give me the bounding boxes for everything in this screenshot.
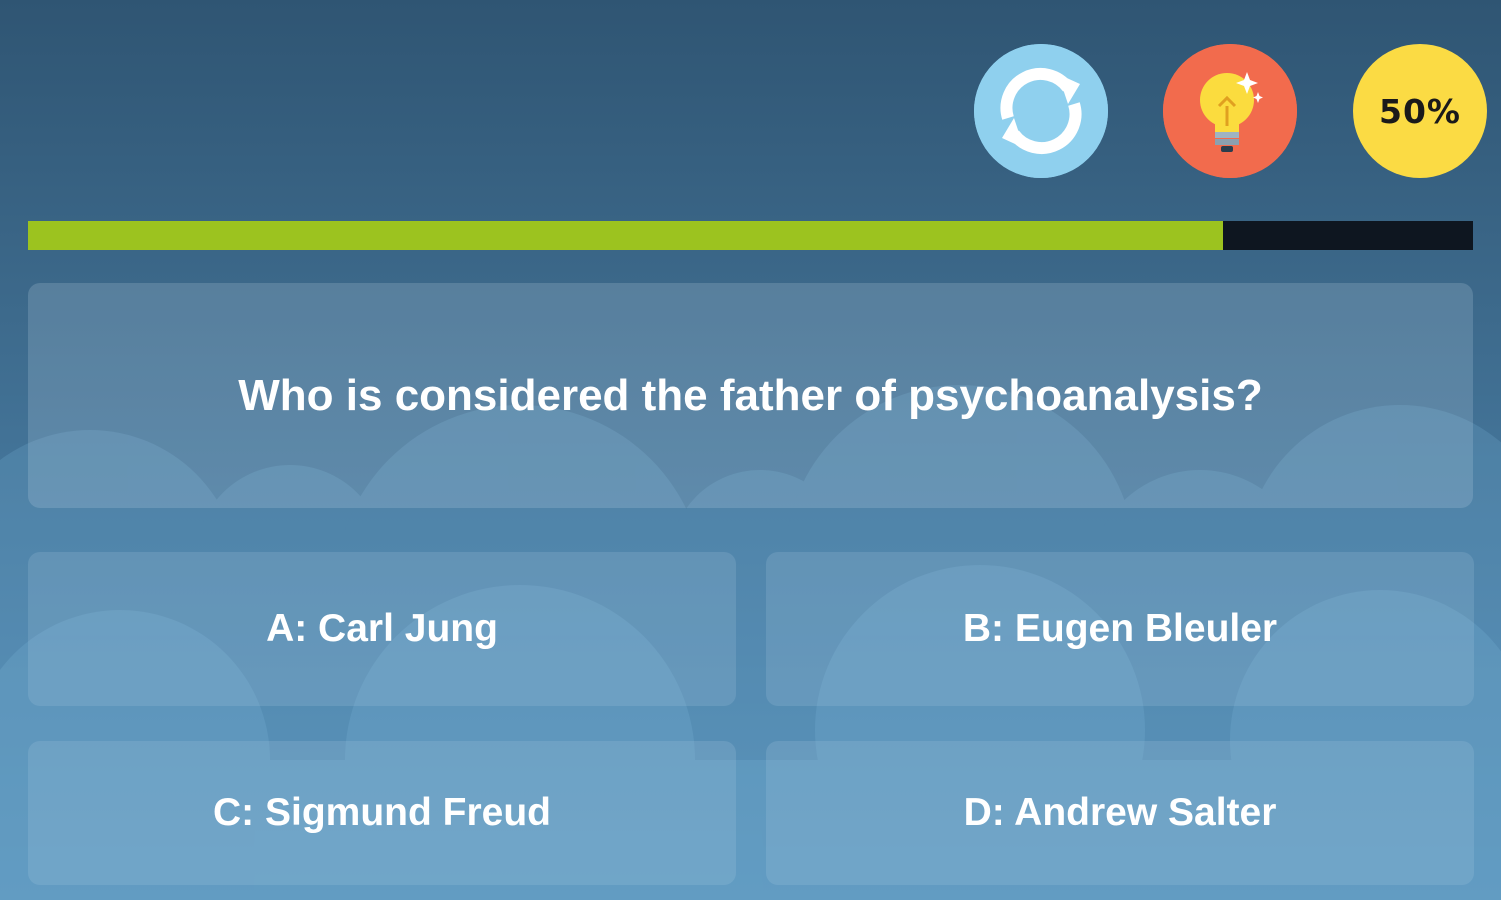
progress-fill	[28, 221, 1223, 250]
answer-c-button[interactable]: C: Sigmund Freud	[28, 741, 736, 885]
question-panel: Who is considered the father of psychoan…	[28, 283, 1473, 508]
lightbulb-icon	[1163, 44, 1297, 178]
fifty-fifty-button[interactable]: 50%	[1353, 44, 1487, 178]
answer-b-button[interactable]: B: Eugen Bleuler	[766, 552, 1474, 706]
hint-button[interactable]	[1163, 44, 1297, 178]
answer-a-label: A: Carl Jung	[266, 607, 498, 650]
answer-c-label: C: Sigmund Freud	[213, 791, 551, 834]
progress-bar	[28, 221, 1473, 250]
answer-d-button[interactable]: D: Andrew Salter	[766, 741, 1474, 885]
question-text: Who is considered the father of psychoan…	[238, 370, 1263, 420]
answer-a-button[interactable]: A: Carl Jung	[28, 552, 736, 706]
answer-b-label: B: Eugen Bleuler	[962, 607, 1278, 650]
answer-d-label: D: Andrew Salter	[963, 791, 1277, 834]
swap-question-button[interactable]	[974, 44, 1108, 178]
fifty-fifty-label: 50%	[1379, 91, 1461, 131]
refresh-icon	[974, 44, 1108, 178]
